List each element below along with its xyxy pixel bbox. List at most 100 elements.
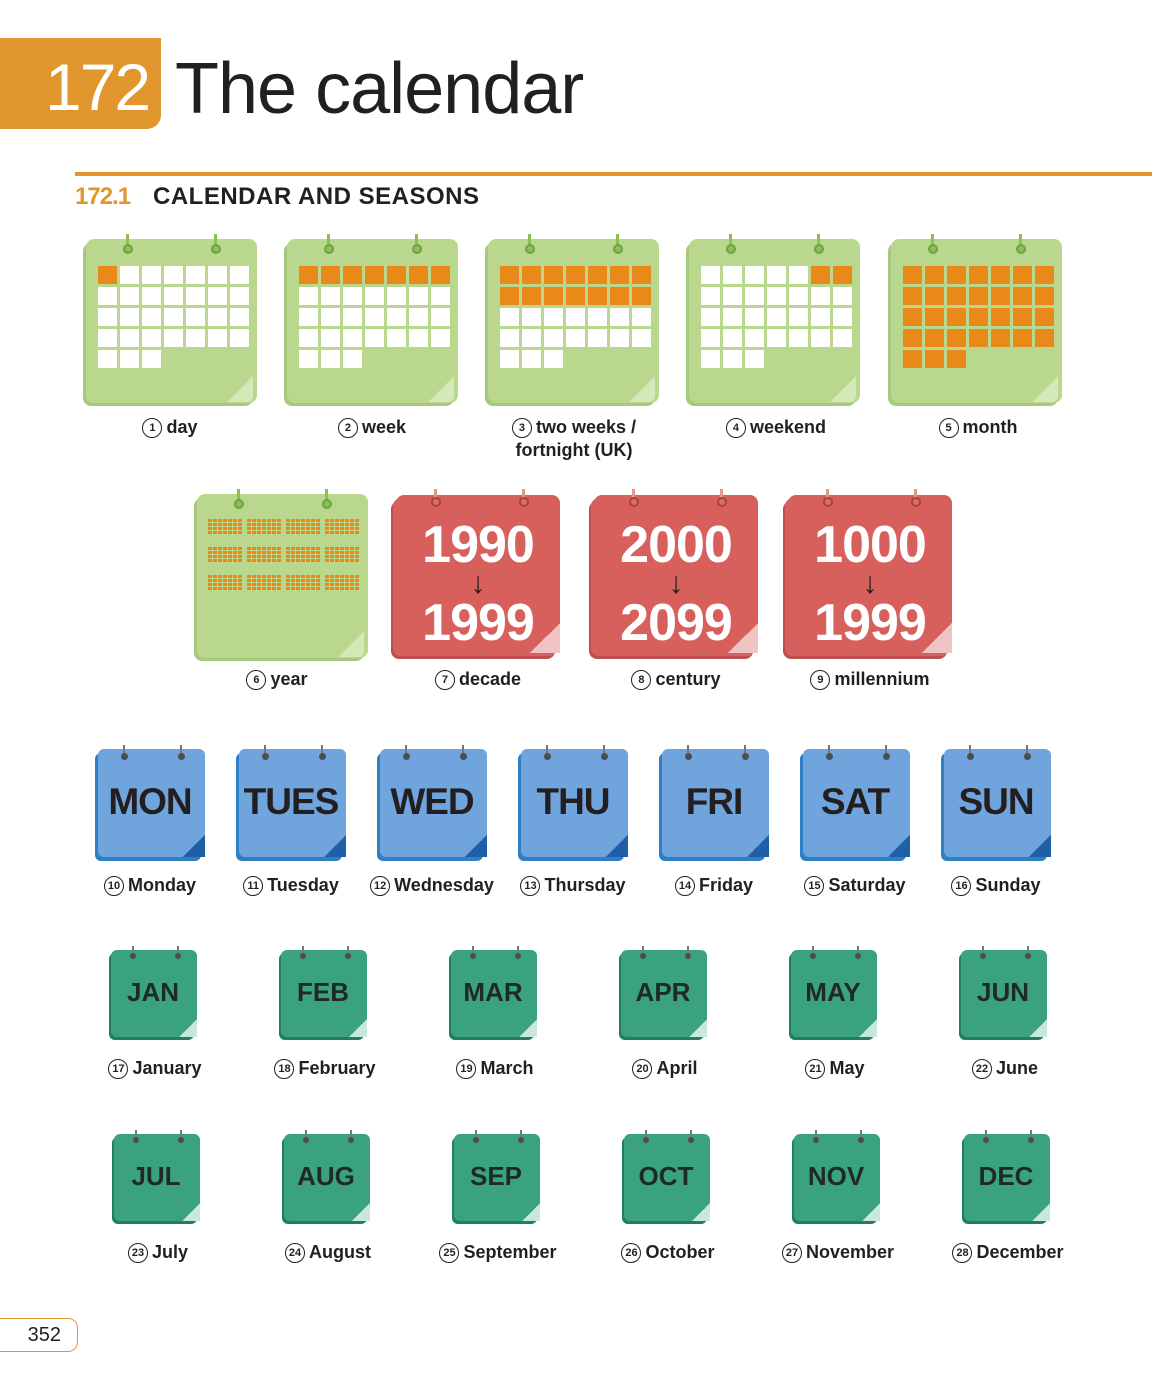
item-number-badge: 26	[621, 1243, 642, 1263]
term-label: June	[995, 1058, 1038, 1078]
term-label-line2: fortnight (UK)	[515, 440, 633, 460]
item-number-badge: 21	[805, 1059, 826, 1079]
calendar-weekend-icon	[686, 234, 860, 406]
term-label: two weeks /	[535, 417, 637, 437]
item-number-badge: 23	[127, 1243, 148, 1263]
term-caption: 9 millennium	[720, 668, 1020, 691]
month-september-icon: SEP	[452, 1130, 540, 1224]
day-wednesday-icon: WED	[377, 745, 487, 861]
day-abbreviation: FRI	[685, 781, 744, 822]
item-number-badge: 7	[434, 670, 455, 690]
day-saturday-icon: SAT	[800, 745, 910, 861]
term-caption: 5 month	[828, 416, 1128, 439]
calendar-week-icon	[284, 234, 458, 406]
calendar-decade-icon: 1990 ↓ 1999	[391, 489, 561, 661]
day-friday-icon: FRI	[659, 745, 769, 861]
item-number-badge: 17	[108, 1059, 129, 1079]
month-february-icon: FEB	[279, 946, 367, 1040]
start-year: 1000	[814, 516, 927, 574]
day-abbreviation: MON	[108, 781, 192, 822]
item-number-badge: 20	[632, 1059, 653, 1079]
item-number-badge: 19	[456, 1059, 477, 1079]
page-number: 352	[0, 1318, 78, 1352]
term-label: December	[976, 1242, 1064, 1262]
item-number-badge: 4	[725, 418, 746, 438]
month-march-icon: MAR	[449, 946, 537, 1040]
section-number: 172.1	[75, 183, 131, 210]
month-abbreviation: APR	[635, 977, 691, 1007]
month-abbreviation: MAY	[805, 977, 861, 1007]
month-april-icon: APR	[619, 946, 707, 1040]
term-label: century	[655, 669, 721, 689]
month-november-icon: NOV	[792, 1130, 880, 1224]
day-thursday-icon: THU	[518, 745, 628, 861]
start-year: 1990	[422, 516, 535, 574]
day-abbreviation: WED	[390, 781, 474, 822]
item-number-badge: 5	[938, 418, 959, 438]
item-number-badge: 6	[246, 670, 267, 690]
month-abbreviation: JUN	[976, 977, 1029, 1007]
month-abbreviation: SEP	[469, 1161, 523, 1191]
month-january-icon: JAN	[109, 946, 197, 1040]
term-label: year	[270, 669, 308, 689]
term-caption: 22 June	[855, 1057, 1152, 1080]
day-abbreviation: TUES	[243, 781, 340, 822]
month-july-icon: JUL	[112, 1130, 200, 1224]
page-title: The calendar	[175, 49, 584, 129]
calendar-year-icon	[194, 489, 368, 661]
item-number-badge: 18	[274, 1059, 295, 1079]
item-number-badge: 27	[781, 1243, 802, 1263]
term-label: day	[166, 417, 198, 437]
item-number-badge: 10	[103, 876, 124, 896]
item-number-badge: 14	[674, 876, 695, 896]
day-monday-icon: MON	[95, 745, 205, 861]
term-label: millennium	[834, 669, 930, 689]
section-divider	[75, 172, 1152, 176]
chapter-number: 172	[0, 38, 161, 129]
item-number-badge: 24	[285, 1243, 305, 1263]
day-abbreviation: THU	[536, 781, 610, 822]
term-label: decade	[458, 669, 522, 689]
term-caption: 28 December	[858, 1241, 1152, 1264]
start-year: 2000	[620, 516, 733, 574]
item-number-badge: 16	[951, 876, 972, 896]
month-december-icon: DEC	[962, 1130, 1050, 1224]
month-abbreviation: MAR	[463, 977, 523, 1007]
calendar-month-icon	[888, 234, 1062, 406]
calendar-day-icon	[83, 234, 257, 406]
term-label: week	[361, 417, 407, 437]
item-number-badge: 12	[370, 876, 391, 896]
month-abbreviation: JUL	[131, 1161, 181, 1191]
day-tuesday-icon: TUES	[236, 745, 346, 861]
month-abbreviation: AUG	[297, 1161, 355, 1191]
item-number-badge: 22	[971, 1059, 992, 1079]
item-number-badge: 28	[952, 1243, 973, 1263]
item-number-badge: 1	[142, 418, 163, 438]
month-may-icon: MAY	[789, 946, 877, 1040]
month-abbreviation: OCT	[638, 1161, 694, 1191]
calendar-twoweeks-icon	[485, 234, 659, 406]
section-title: CALENDAR AND SEASONS	[153, 183, 480, 210]
month-october-icon: OCT	[622, 1130, 710, 1224]
day-sunday-icon: SUN	[941, 745, 1051, 861]
month-june-icon: JUN	[959, 946, 1047, 1040]
month-august-icon: AUG	[282, 1130, 370, 1224]
item-number-badge: 2	[337, 418, 358, 438]
day-abbreviation: SUN	[958, 781, 1034, 822]
month-abbreviation: JAN	[126, 977, 179, 1007]
day-abbreviation: SAT	[820, 781, 890, 822]
item-number-badge: 13	[520, 876, 541, 896]
term-label: month	[962, 417, 1018, 437]
item-number-badge: 11	[243, 876, 264, 896]
term-caption: 16 Sunday	[846, 874, 1146, 897]
item-number-badge: 8	[631, 670, 652, 690]
calendar-millennium-icon: 1000 ↓ 1999	[783, 489, 953, 661]
item-number-badge: 15	[804, 876, 825, 896]
month-abbreviation: DEC	[978, 1161, 1034, 1191]
calendar-century-icon: 2000 ↓ 2099	[589, 489, 759, 661]
item-number-badge: 3	[511, 418, 532, 438]
term-label: weekend	[749, 417, 827, 437]
month-abbreviation: FEB	[297, 977, 349, 1007]
item-number-badge: 9	[810, 670, 831, 690]
month-abbreviation: NOV	[807, 1161, 865, 1191]
